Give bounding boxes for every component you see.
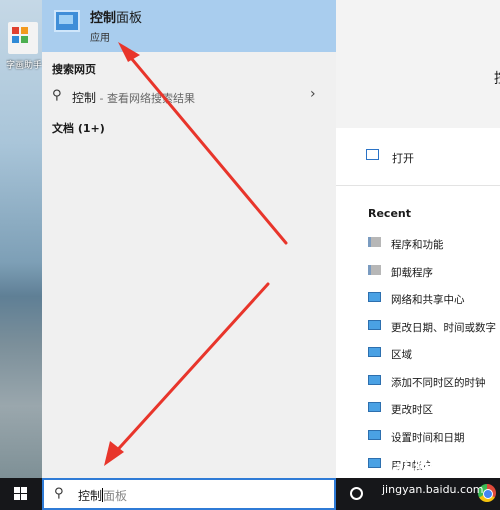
- search-icon: ⚲: [52, 88, 62, 103]
- control-panel-icon: [368, 347, 381, 357]
- recent-item[interactable]: 添加不同时区的时钟: [368, 372, 500, 392]
- control-panel-icon: [54, 10, 80, 32]
- recent-item[interactable]: 卸载程序: [368, 262, 500, 282]
- recent-item-label: 设置时间和日期: [391, 432, 465, 444]
- recent-item-label: 添加不同时区的时钟: [391, 377, 486, 389]
- programs-icon: [368, 265, 381, 275]
- recent-item[interactable]: 更改时区: [368, 399, 500, 419]
- recent-item[interactable]: 网络和共享中心: [368, 289, 500, 309]
- recent-item-label: 更改日期、时间或数字: [391, 322, 496, 334]
- windows-start-icon[interactable]: [14, 487, 28, 501]
- open-icon: [366, 149, 379, 160]
- recent-item[interactable]: 程序和功能: [368, 234, 500, 254]
- programs-icon: [368, 237, 381, 247]
- watermark-logo: Bai 经验: [382, 458, 444, 476]
- detail-header: [336, 0, 500, 128]
- control-panel-icon: [368, 402, 381, 412]
- control-panel-icon: [368, 375, 381, 385]
- detail-title: 控: [494, 68, 500, 88]
- control-panel-icon: [368, 292, 381, 302]
- taskbar-search-input[interactable]: ⚲ 控制面板: [42, 478, 336, 510]
- divider: [336, 185, 500, 186]
- best-match-subtitle: 应用: [90, 33, 110, 44]
- desktop-shortcut-label: 字画助手: [6, 61, 42, 71]
- recent-item[interactable]: 更改日期、时间或数字: [368, 317, 500, 337]
- recent-item[interactable]: 区域: [368, 344, 500, 364]
- app-logo-icon: [8, 22, 38, 54]
- web-search-text: 控制 - 查看网络搜索结果: [72, 91, 195, 105]
- recent-item[interactable]: 设置时间和日期: [368, 427, 500, 447]
- cortana-icon[interactable]: [350, 487, 363, 500]
- best-match-item[interactable]: 控制面板 应用: [42, 0, 336, 52]
- recent-item-label: 更改时区: [391, 404, 433, 416]
- control-panel-icon: [368, 430, 381, 440]
- web-search-result[interactable]: ⚲ 控制 - 查看网络搜索结果 ›: [42, 84, 336, 108]
- chevron-right-icon[interactable]: ›: [310, 86, 316, 102]
- watermark-url: jingyan.baidu.com: [382, 483, 484, 496]
- documents-section-label[interactable]: 文档 (1+): [52, 120, 105, 136]
- watermark: Bai 经验 jingyan.baidu.com: [382, 456, 490, 500]
- recent-item-label: 程序和功能: [391, 239, 444, 251]
- open-action-label: 打开: [392, 152, 414, 165]
- search-icon: ⚲: [54, 486, 64, 501]
- recent-item-label: 卸载程序: [391, 267, 433, 279]
- best-match-title: 控制面板: [90, 11, 143, 26]
- recent-item-label: 区域: [391, 349, 412, 361]
- web-section-label: 搜索网页: [52, 63, 96, 76]
- recent-label: Recent: [368, 207, 412, 220]
- control-panel-icon: [368, 458, 381, 468]
- recent-item-label: 网络和共享中心: [391, 294, 465, 306]
- detail-panel: 控 打开 Recent 程序和功能 卸载程序 网络和共享中心 更改日期、时间或数…: [336, 0, 500, 478]
- search-query-text: 控制面板: [78, 488, 128, 503]
- desktop-background: 字画助手: [0, 0, 42, 478]
- search-results-panel: 控制面板 应用 搜索网页 ⚲ 控制 - 查看网络搜索结果 › 文档 (1+): [42, 0, 336, 478]
- control-panel-icon: [368, 320, 381, 330]
- desktop-shortcut[interactable]: 字画助手: [6, 22, 42, 92]
